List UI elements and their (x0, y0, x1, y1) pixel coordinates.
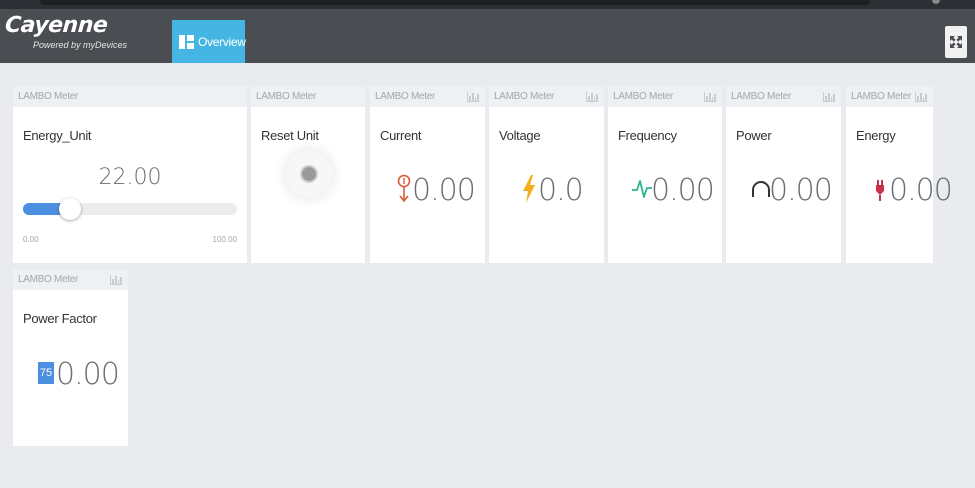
device-name: LAMBO Meter (494, 91, 555, 102)
current-icon (397, 174, 411, 203)
arc-icon (752, 181, 770, 197)
widget-header: LAMBO Meter (608, 86, 722, 107)
chart-icon[interactable] (915, 91, 927, 102)
slider-max-label: 100.00 (212, 235, 237, 244)
lightning-icon (523, 175, 535, 203)
app-header: Cayenne Powered by myDevices Overview (0, 9, 975, 63)
pulse-icon (632, 180, 652, 198)
chart-icon[interactable] (467, 91, 479, 102)
energy-unit-slider[interactable] (23, 198, 237, 220)
widget-value: 0.0 (538, 173, 584, 208)
plug-icon (876, 180, 884, 201)
widget-value: 0.00 (889, 173, 953, 208)
widget-frequency: LAMBO Meter Frequency 0.00 (608, 86, 722, 263)
chart-icon[interactable] (110, 274, 122, 285)
fullscreen-button[interactable] (945, 26, 967, 58)
cayenne-logo[interactable]: Cayenne Powered by myDevices (4, 13, 127, 50)
widget-header: LAMBO Meter (13, 269, 128, 290)
widget-header: LAMBO Meter (370, 86, 485, 107)
logo-name: Cayenne (4, 13, 109, 38)
browser-top-strip (0, 0, 975, 9)
widget-title: Power (736, 128, 772, 143)
widget-energy: LAMBO Meter Energy 0.00 (846, 86, 953, 263)
chart-icon[interactable] (704, 91, 716, 102)
widget-title: Voltage (499, 128, 541, 143)
widget-value: 0.00 (56, 357, 120, 392)
top-dot (932, 0, 940, 4)
dashboard-icon (179, 34, 194, 49)
device-name: LAMBO Meter (375, 91, 436, 102)
widget-title: Frequency (618, 128, 677, 143)
gauge-badge-icon: 75 (38, 362, 54, 384)
widget-title: Power Factor (23, 311, 97, 326)
widget-energy-unit: LAMBO Meter Energy_Unit 22.00 0.00 100.0… (13, 86, 247, 263)
widget-title: Current (380, 128, 422, 143)
widget-value: 0.00 (651, 173, 715, 208)
tab-overview-label: Overview (198, 34, 246, 49)
device-name: LAMBO Meter (851, 91, 912, 102)
widget-header: LAMBO Meter (846, 86, 933, 107)
widget-header: LAMBO Meter (251, 86, 365, 107)
slider-value: 22.00 (98, 165, 162, 190)
widget-voltage: LAMBO Meter Voltage 0.0 (489, 86, 604, 263)
expand-icon (950, 36, 962, 48)
button-indicator (300, 165, 318, 183)
widget-title: Energy (856, 128, 896, 143)
widget-value: 0.00 (412, 173, 476, 208)
widget-title: Reset Unit (261, 128, 319, 143)
reset-unit-button[interactable] (286, 151, 332, 197)
device-name: LAMBO Meter (731, 91, 792, 102)
chart-icon[interactable] (586, 91, 598, 102)
widget-header: LAMBO Meter (13, 86, 247, 107)
device-name: LAMBO Meter (256, 91, 317, 102)
widget-reset-unit: LAMBO Meter Reset Unit (251, 86, 365, 263)
widget-value: 0.00 (769, 173, 833, 208)
widget-header: LAMBO Meter (489, 86, 604, 107)
slider-min-label: 0.00 (23, 235, 39, 244)
device-name: LAMBO Meter (18, 274, 79, 285)
slider-thumb[interactable] (59, 198, 82, 220)
chart-icon[interactable] (823, 91, 835, 102)
device-name: LAMBO Meter (613, 91, 674, 102)
device-name: LAMBO Meter (18, 91, 79, 102)
widget-title: Energy_Unit (23, 128, 92, 143)
top-bar (40, 0, 870, 5)
tab-overview[interactable]: Overview (172, 20, 246, 63)
widget-current: LAMBO Meter Current 0.00 (370, 86, 485, 263)
logo-sub: Powered by myDevices (33, 40, 128, 50)
widget-power: LAMBO Meter Power 0.00 (726, 86, 841, 263)
widget-header: LAMBO Meter (726, 86, 841, 107)
widget-power-factor: LAMBO Meter Power Factor 75 0.00 (13, 269, 128, 446)
